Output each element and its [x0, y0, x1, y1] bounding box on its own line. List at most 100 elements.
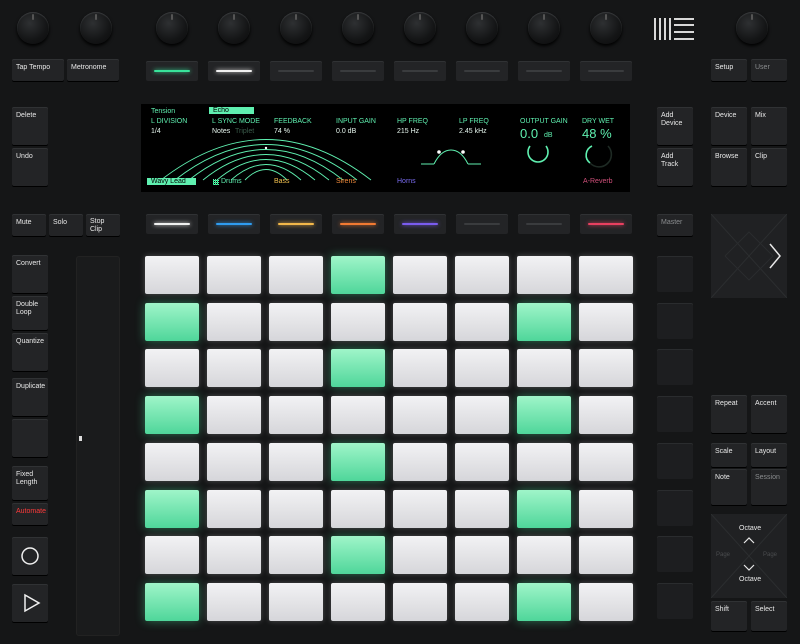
pad[interactable] — [145, 536, 199, 575]
pad[interactable] — [207, 256, 261, 294]
layout-button[interactable]: Layout — [751, 443, 787, 467]
track-encoder-4[interactable] — [342, 12, 374, 44]
solo-button[interactable]: Solo — [49, 214, 83, 236]
pad[interactable] — [393, 302, 447, 341]
pad[interactable] — [269, 302, 323, 341]
scene-launch-button-2[interactable] — [657, 302, 693, 339]
shift-button[interactable]: Shift — [711, 601, 747, 631]
pad[interactable] — [393, 349, 447, 388]
pad[interactable] — [517, 582, 571, 621]
user-button[interactable]: User — [751, 59, 787, 81]
track-select-button-4[interactable] — [332, 61, 384, 81]
quantize-button[interactable]: Quantize — [12, 333, 48, 371]
pad[interactable] — [331, 536, 385, 575]
scene-launch-button-4[interactable] — [657, 396, 693, 433]
pad[interactable] — [331, 302, 385, 341]
scale-button[interactable]: Scale — [711, 443, 747, 467]
stop-clip-button[interactable]: Stop Clip — [86, 214, 120, 236]
pad[interactable] — [331, 256, 385, 294]
pad[interactable] — [331, 396, 385, 435]
pad[interactable] — [393, 536, 447, 575]
accent-button[interactable]: Accent — [751, 395, 787, 433]
pad[interactable] — [269, 349, 323, 388]
setup-button[interactable]: Setup — [711, 59, 747, 81]
track-select-button-1[interactable] — [146, 61, 198, 81]
pad[interactable] — [579, 442, 633, 481]
pad[interactable] — [579, 349, 633, 388]
pad[interactable] — [517, 396, 571, 435]
device-button[interactable]: Device — [711, 107, 747, 145]
note-button[interactable]: Note — [711, 469, 747, 505]
repeat-button[interactable]: Repeat — [711, 395, 747, 433]
track-state-button-8[interactable] — [580, 214, 632, 234]
delete-button[interactable]: Delete — [12, 107, 48, 145]
metronome-button[interactable]: Metronome — [67, 59, 119, 81]
add-track-button[interactable]: Add Track — [657, 148, 693, 186]
pad[interactable] — [455, 302, 509, 341]
track-state-button-3[interactable] — [270, 214, 322, 234]
pad[interactable] — [269, 489, 323, 528]
track-state-button-4[interactable] — [332, 214, 384, 234]
play-button[interactable] — [12, 584, 48, 622]
track-encoder-6[interactable] — [466, 12, 498, 44]
record-button[interactable] — [12, 537, 48, 575]
mix-button[interactable]: Mix — [751, 107, 787, 145]
tap-tempo-button[interactable]: Tap Tempo — [12, 59, 64, 81]
browse-button[interactable]: Browse — [711, 148, 747, 186]
pad[interactable] — [393, 256, 447, 294]
scene-launch-button-8[interactable] — [657, 582, 693, 619]
track-encoder-7[interactable] — [528, 12, 560, 44]
track-encoder-8[interactable] — [590, 12, 622, 44]
track-select-button-2[interactable] — [208, 61, 260, 81]
track-state-button-5[interactable] — [394, 214, 446, 234]
pad[interactable] — [455, 442, 509, 481]
pad[interactable] — [269, 582, 323, 621]
track-select-button-5[interactable] — [394, 61, 446, 81]
pad[interactable] — [393, 582, 447, 621]
scene-launch-button-3[interactable] — [657, 349, 693, 386]
track-select-button-7[interactable] — [518, 61, 570, 81]
pad[interactable] — [331, 582, 385, 621]
pad[interactable] — [269, 256, 323, 294]
convert-button[interactable]: Convert — [12, 255, 48, 293]
track-encoder-5[interactable] — [404, 12, 436, 44]
track-state-button-7[interactable] — [518, 214, 570, 234]
pad[interactable] — [145, 489, 199, 528]
pad[interactable] — [579, 536, 633, 575]
pad[interactable] — [579, 489, 633, 528]
pad[interactable] — [455, 349, 509, 388]
add-device-button[interactable]: Add Device — [657, 107, 693, 145]
pad[interactable] — [207, 536, 261, 575]
mute-button[interactable]: Mute — [12, 214, 46, 236]
track-drums[interactable]: Drums — [221, 178, 242, 185]
pad[interactable] — [145, 302, 199, 341]
new-button[interactable] — [12, 419, 48, 457]
track-horns[interactable]: Horns — [397, 178, 416, 185]
pad[interactable] — [455, 582, 509, 621]
double-loop-button[interactable]: Double Loop — [12, 296, 48, 330]
pad[interactable] — [207, 442, 261, 481]
pad[interactable] — [207, 489, 261, 528]
select-button[interactable]: Select — [751, 601, 787, 631]
pad[interactable] — [145, 582, 199, 621]
pad[interactable] — [207, 349, 261, 388]
pad[interactable] — [517, 489, 571, 528]
track-select-button-6[interactable] — [456, 61, 508, 81]
pad[interactable] — [331, 442, 385, 481]
track-wavy-lead[interactable]: Wavy Lead — [147, 178, 196, 185]
track-encoder-3[interactable] — [280, 12, 312, 44]
pad[interactable] — [145, 349, 199, 388]
touch-strip[interactable] — [76, 256, 120, 636]
duplicate-button[interactable]: Duplicate — [12, 378, 48, 416]
pad[interactable] — [579, 256, 633, 294]
pad[interactable] — [517, 442, 571, 481]
master-encoder[interactable] — [736, 12, 768, 44]
fixed-length-button[interactable]: Fixed Length — [12, 466, 48, 500]
track-bass[interactable]: Bass — [274, 178, 290, 185]
pad[interactable] — [393, 489, 447, 528]
track-state-button-2[interactable] — [208, 214, 260, 234]
octave-pad[interactable]: Octave Page Page Octave — [711, 514, 787, 598]
pad[interactable] — [517, 536, 571, 575]
pad[interactable] — [145, 442, 199, 481]
pad[interactable] — [269, 536, 323, 575]
